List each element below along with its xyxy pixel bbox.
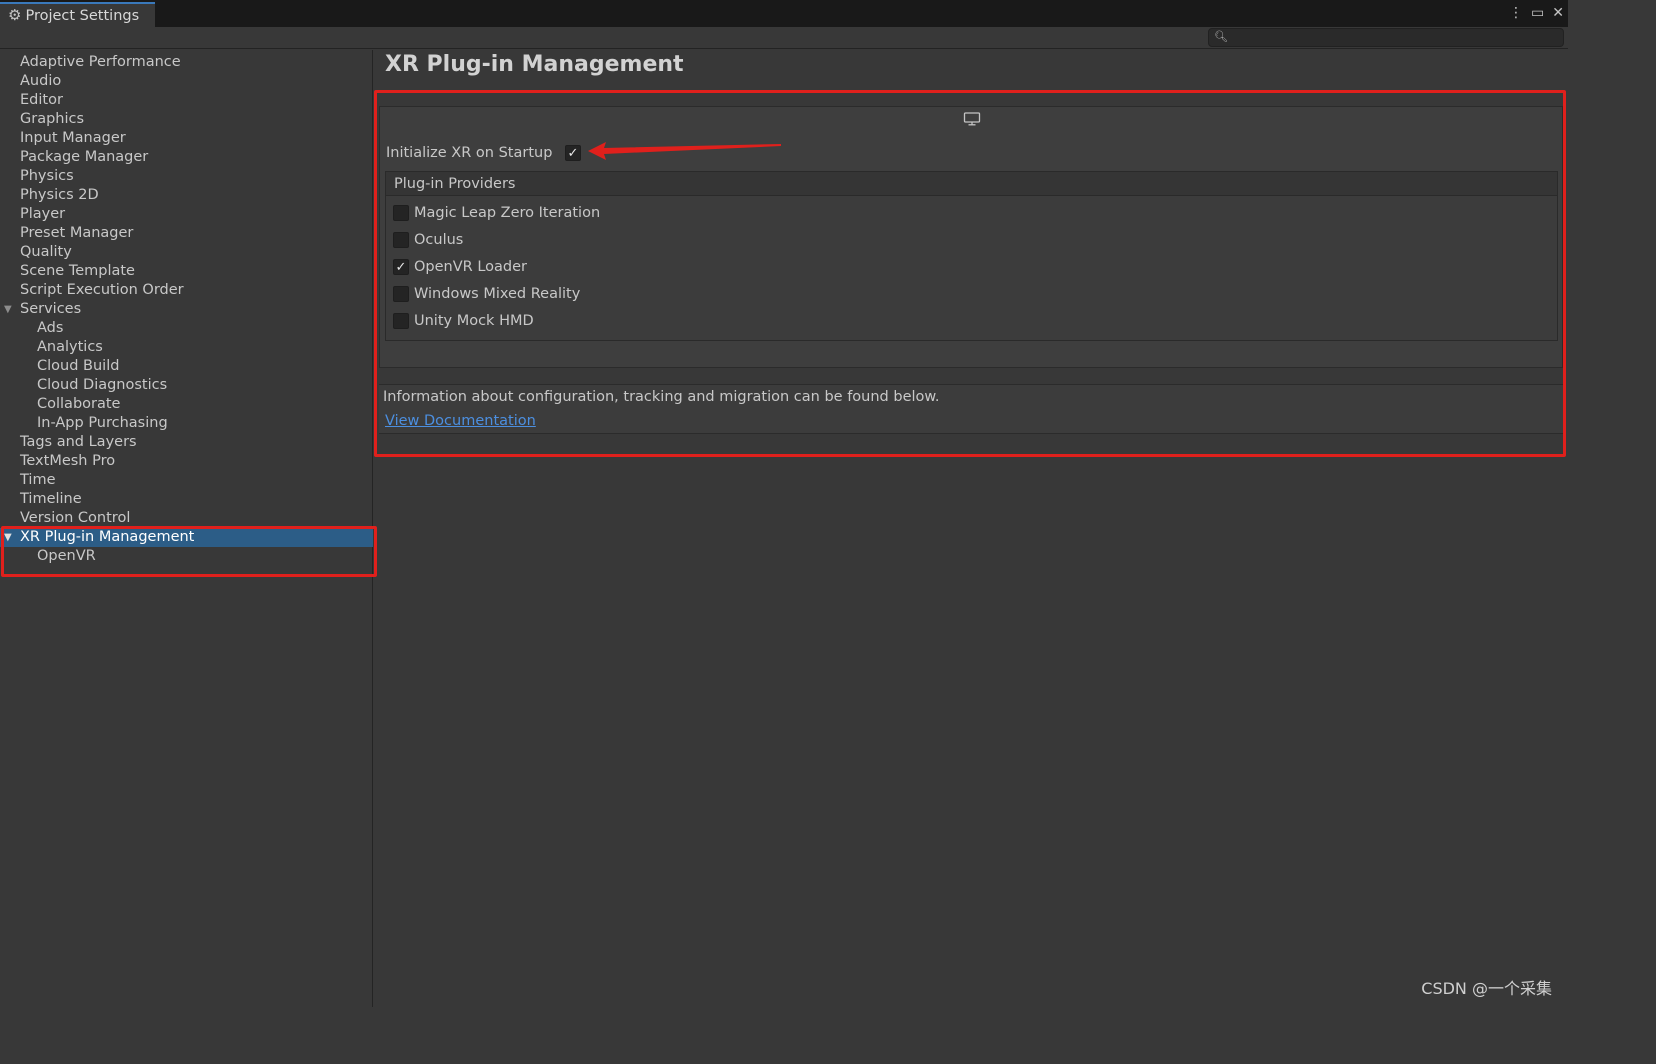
provider-label: Unity Mock HMD [414, 313, 534, 329]
sidebar-item-preset-manager[interactable]: Preset Manager [0, 224, 373, 243]
sidebar-item-label: Services [20, 301, 82, 317]
tab-title: Project Settings [25, 7, 140, 24]
sidebar-item-scene-template[interactable]: Scene Template [0, 262, 373, 281]
watermark: CSDN @一个采集 [1421, 979, 1552, 998]
sidebar-item-label: Preset Manager [20, 225, 134, 241]
provider-row: Magic Leap Zero Iteration [393, 203, 600, 223]
sidebar-item-editor[interactable]: Editor [0, 91, 373, 110]
sidebar-item-time[interactable]: Time [0, 471, 373, 490]
sidebar-item-label: OpenVR [37, 548, 96, 564]
sidebar-item-tags-and-layers[interactable]: Tags and Layers [0, 433, 373, 452]
sidebar-item-input-manager[interactable]: Input Manager [0, 129, 373, 148]
sidebar-item-label: XR Plug-in Management [20, 529, 195, 545]
initialize-xr-checkbox[interactable]: ✓ [565, 145, 581, 161]
expand-triangle-icon[interactable]: ▼ [4, 528, 12, 547]
sidebar-item-label: Cloud Build [37, 358, 120, 374]
plugin-providers-header: Plug-in Providers [386, 172, 1557, 196]
more-options-icon[interactable]: ⋮ [1509, 6, 1523, 20]
sidebar-item-graphics[interactable]: Graphics [0, 110, 373, 129]
gear-icon: ⚙ [8, 6, 22, 24]
sidebar-item-physics-2d[interactable]: Physics 2D [0, 186, 373, 205]
maximize-icon[interactable]: ▭ [1531, 6, 1544, 20]
sidebar-item-label: Input Manager [20, 130, 126, 146]
plugin-providers-section: Plug-in Providers Magic Leap Zero Iterat… [385, 171, 1558, 341]
provider-row: Unity Mock HMD [393, 311, 534, 331]
provider-row: Oculus [393, 230, 463, 250]
settings-content: XR Plug-in Management Initialize XR on S… [374, 50, 1568, 1007]
provider-label: OpenVR Loader [414, 259, 527, 275]
documentation-info-box: Information about configuration, trackin… [379, 384, 1563, 434]
sidebar-item-label: Player [20, 206, 66, 222]
sidebar-item-label: Scene Template [20, 263, 135, 279]
toolbar: 🔍︎ [0, 27, 1568, 49]
sidebar-item-in-app-purchasing[interactable]: In-App Purchasing [0, 414, 373, 433]
sidebar-item-label: Collaborate [37, 396, 121, 412]
sidebar-item-xr-plug-in-management[interactable]: ▼ XR Plug-in Management [0, 528, 373, 547]
settings-sidebar: Adaptive Performance Audio Editor Graphics I… [0, 50, 373, 1007]
provider-checkbox[interactable] [393, 205, 409, 221]
sidebar-item-player[interactable]: Player [0, 205, 373, 224]
sidebar-item-label: Physics 2D [20, 187, 99, 203]
sidebar-item-label: Audio [20, 73, 62, 89]
provider-label: Oculus [414, 232, 464, 248]
sidebar-item-cloud-diagnostics[interactable]: Cloud Diagnostics [0, 376, 373, 395]
sidebar-item-label: In-App Purchasing [37, 415, 168, 431]
sidebar-item-label: Physics [20, 168, 74, 184]
sidebar-item-analytics[interactable]: Analytics [0, 338, 373, 357]
provider-row: ✓ OpenVR Loader [393, 257, 527, 277]
sidebar-item-label: Timeline [20, 491, 82, 507]
initialize-xr-row: Initialize XR on Startup ✓ [386, 143, 581, 163]
page-title: XR Plug-in Management [385, 52, 684, 77]
sidebar-item-label: Ads [37, 320, 64, 336]
sidebar-item-label: Script Execution Order [20, 282, 184, 298]
sidebar-item-collaborate[interactable]: Collaborate [0, 395, 373, 414]
sidebar-item-script-execution-order[interactable]: Script Execution Order [0, 281, 373, 300]
provider-checkbox[interactable] [393, 232, 409, 248]
sidebar-item-adaptive-performance[interactable]: Adaptive Performance [0, 53, 373, 72]
sidebar-item-timeline[interactable]: Timeline [0, 490, 373, 509]
sidebar-item-ads[interactable]: Ads [0, 319, 373, 338]
sidebar-item-physics[interactable]: Physics [0, 167, 373, 186]
sidebar-item-quality[interactable]: Quality [0, 243, 373, 262]
sidebar-item-cloud-build[interactable]: Cloud Build [0, 357, 373, 376]
view-documentation-link[interactable]: View Documentation [385, 413, 536, 429]
sidebar-item-label: Adaptive Performance [20, 54, 181, 70]
search-field[interactable]: 🔍︎ [1208, 28, 1564, 47]
sidebar-item-label: Editor [20, 92, 63, 108]
sidebar-item-package-manager[interactable]: Package Manager [0, 148, 373, 167]
sidebar-item-label: Time [20, 472, 56, 488]
expand-triangle-icon[interactable]: ▼ [4, 300, 12, 319]
settings-nav-list: Adaptive Performance Audio Editor Graphics I… [0, 53, 373, 566]
sidebar-item-label: Package Manager [20, 149, 149, 165]
sidebar-item-audio[interactable]: Audio [0, 72, 373, 91]
window-controls: ⋮ ▭ ✕ [1509, 3, 1564, 23]
search-input[interactable] [1229, 29, 1559, 46]
sidebar-item-label: TextMesh Pro [20, 453, 116, 469]
sidebar-item-version-control[interactable]: Version Control [0, 509, 373, 528]
window-tab-bar: ⚙ Project Settings ⋮ ▭ ✕ [0, 0, 1568, 27]
initialize-xr-label: Initialize XR on Startup [386, 145, 553, 161]
monitor-icon[interactable] [963, 112, 981, 126]
sidebar-item-label: Analytics [37, 339, 103, 355]
close-icon[interactable]: ✕ [1552, 6, 1564, 20]
sidebar-item-openvr[interactable]: OpenVR [0, 547, 373, 566]
sidebar-item-label: Tags and Layers [20, 434, 137, 450]
sidebar-item-textmesh-pro[interactable]: TextMesh Pro [0, 452, 373, 471]
xr-settings-panel: Initialize XR on Startup ✓ Plug-in Provi… [379, 106, 1563, 368]
provider-checkbox[interactable]: ✓ [393, 259, 409, 275]
project-settings-tab[interactable]: ⚙ Project Settings [0, 2, 155, 27]
sidebar-item-label: Cloud Diagnostics [37, 377, 168, 393]
provider-label: Windows Mixed Reality [414, 286, 581, 302]
provider-label: Magic Leap Zero Iteration [414, 205, 601, 221]
sidebar-item-label: Graphics [20, 111, 85, 127]
sidebar-item-label: Version Control [20, 510, 131, 526]
info-text: Information about configuration, trackin… [383, 389, 940, 405]
provider-row: Windows Mixed Reality [393, 284, 580, 304]
search-icon: 🔍︎ [1214, 30, 1228, 43]
provider-checkbox[interactable] [393, 286, 409, 302]
sidebar-item-label: Quality [20, 244, 72, 260]
provider-checkbox[interactable] [393, 313, 409, 329]
sidebar-item-services[interactable]: ▼ Services [0, 300, 373, 319]
